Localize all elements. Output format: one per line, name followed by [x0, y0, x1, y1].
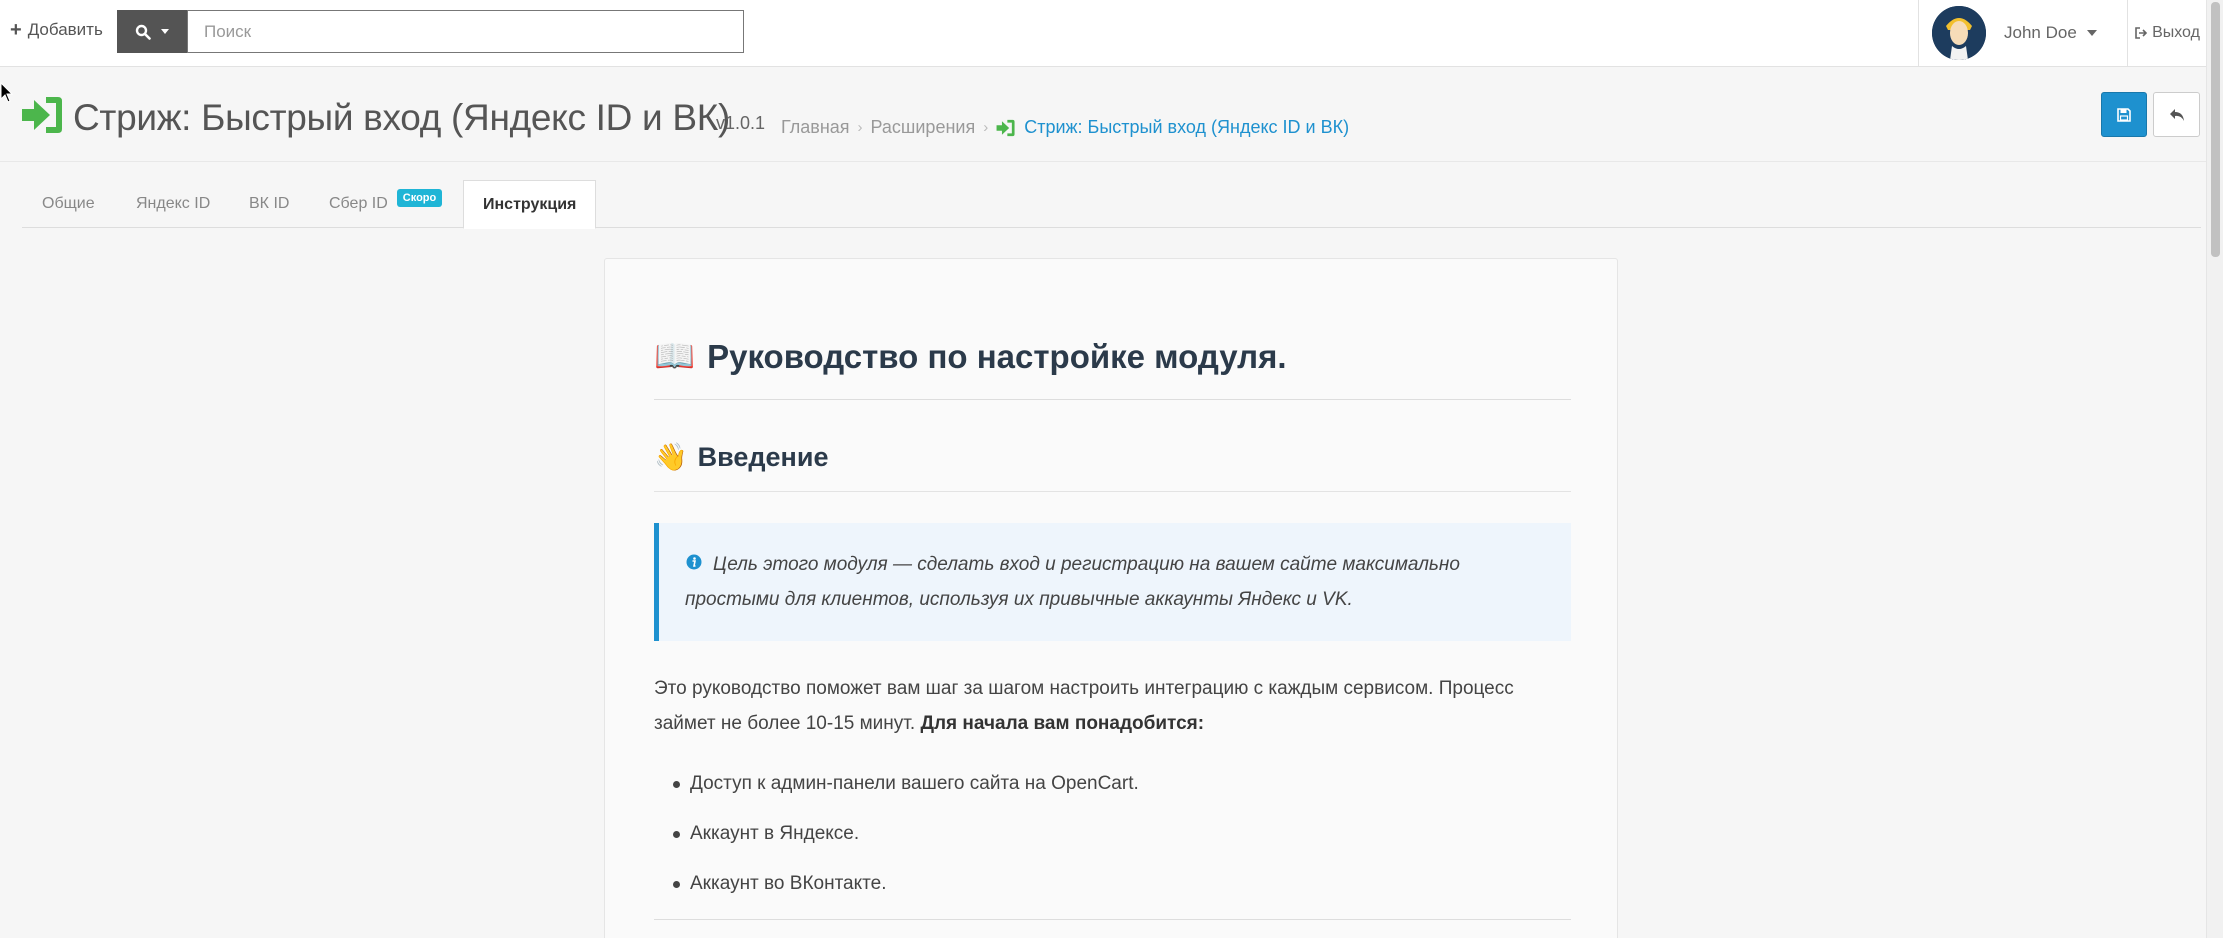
breadcrumb-home[interactable]: Главная	[781, 117, 850, 138]
breadcrumb-current[interactable]: Стриж: Быстрый вход (Яндекс ID и ВК)	[996, 117, 1349, 138]
intro-paragraph: Это руководство поможет вам шаг за шагом…	[654, 671, 1571, 741]
search-dropdown-button[interactable]	[117, 10, 187, 53]
instructions-card: 📖 Руководство по настройке модуля. 👋 Вве…	[604, 258, 1618, 938]
tab-yandex-id[interactable]: Яндекс ID	[136, 180, 210, 228]
intro-paragraph-bold: Для начала вам понадобится:	[920, 713, 1205, 734]
requirements-list: Доступ к админ-панели вашего сайта на Op…	[654, 759, 1139, 909]
add-button-label: Добавить	[27, 20, 103, 39]
mouse-cursor-icon	[0, 82, 14, 103]
add-button[interactable]: + Добавить	[10, 20, 103, 40]
signout-icon	[2135, 27, 2148, 39]
logout-button[interactable]: Выход	[2127, 0, 2206, 66]
tab-bar: Общие Яндекс ID ВК ID Сбер ID Скоро Инст…	[22, 180, 2201, 229]
divider	[654, 491, 1571, 492]
callout-text: Цель этого модуля — сделать вход и регис…	[685, 554, 1460, 610]
breadcrumb-separator: ›	[857, 119, 863, 136]
page-scrollbar[interactable]	[2206, 0, 2223, 938]
list-item: Аккаунт во ВКонтакте.	[654, 859, 1139, 909]
back-button[interactable]	[2153, 92, 2200, 137]
logout-label: Выход	[2152, 24, 2200, 41]
page-header: Стриж: Быстрый вход (Яндекс ID и ВК) v1.…	[0, 67, 2206, 162]
plus-icon: +	[10, 19, 22, 41]
tab-vk-id[interactable]: ВК ID	[249, 180, 289, 228]
caret-down-icon	[161, 29, 169, 34]
tab-label: Яндекс ID	[136, 195, 211, 212]
breadcrumb-separator: ›	[983, 119, 989, 136]
divider	[654, 919, 1571, 920]
version-label: v1.0.1	[716, 113, 766, 133]
list-item: Доступ к админ-панели вашего сайта на Op…	[654, 759, 1139, 809]
breadcrumb-extensions[interactable]: Расширения	[871, 117, 976, 138]
tab-sber-id[interactable]: Сбер ID Скоро	[329, 180, 443, 228]
book-icon: 📖	[654, 337, 696, 374]
breadcrumb-current-label: Стриж: Быстрый вход (Яндекс ID и ВК)	[1024, 117, 1350, 137]
guide-heading-text: Руководство по настройке модуля.	[707, 337, 1287, 375]
save-button[interactable]	[2101, 92, 2147, 137]
divider	[654, 399, 1571, 400]
intro-heading-text: Введение	[697, 441, 829, 472]
save-icon	[2117, 107, 2131, 122]
user-menu[interactable]: John Doe	[1918, 0, 2127, 66]
sign-in-icon	[22, 97, 62, 133]
tab-label: Сбер ID	[329, 195, 388, 212]
top-header: + Добавить John Doe Выход	[0, 0, 2206, 67]
tab-instructions[interactable]: Инструкция	[463, 180, 597, 229]
tab-general[interactable]: Общие	[42, 180, 95, 228]
sign-in-icon	[996, 119, 1015, 136]
search-icon	[135, 24, 151, 40]
page-title: Стриж: Быстрый вход (Яндекс ID и ВК)	[73, 97, 731, 138]
intro-heading: 👋 Введение	[654, 441, 828, 473]
tab-label: Общие	[42, 195, 95, 212]
guide-heading: 📖 Руководство по настройке модуля.	[654, 337, 1287, 376]
scrollbar-thumb[interactable]	[2211, 2, 2220, 257]
tab-label: Инструкция	[483, 195, 577, 213]
reply-icon	[2169, 108, 2184, 121]
user-name: John Doe	[2004, 23, 2077, 42]
caret-down-icon	[2086, 30, 2097, 36]
wave-icon: 👋	[654, 442, 688, 472]
avatar	[1932, 6, 1986, 60]
search-input[interactable]	[187, 10, 744, 53]
list-item: Аккаунт в Яндексе.	[654, 809, 1139, 859]
status-badge: Скоро	[396, 189, 443, 207]
breadcrumb: Главная › Расширения › Стриж: Быстрый вх…	[781, 117, 1349, 138]
info-callout: Цель этого модуля — сделать вход и регис…	[654, 523, 1571, 641]
tab-label: ВК ID	[249, 195, 290, 212]
